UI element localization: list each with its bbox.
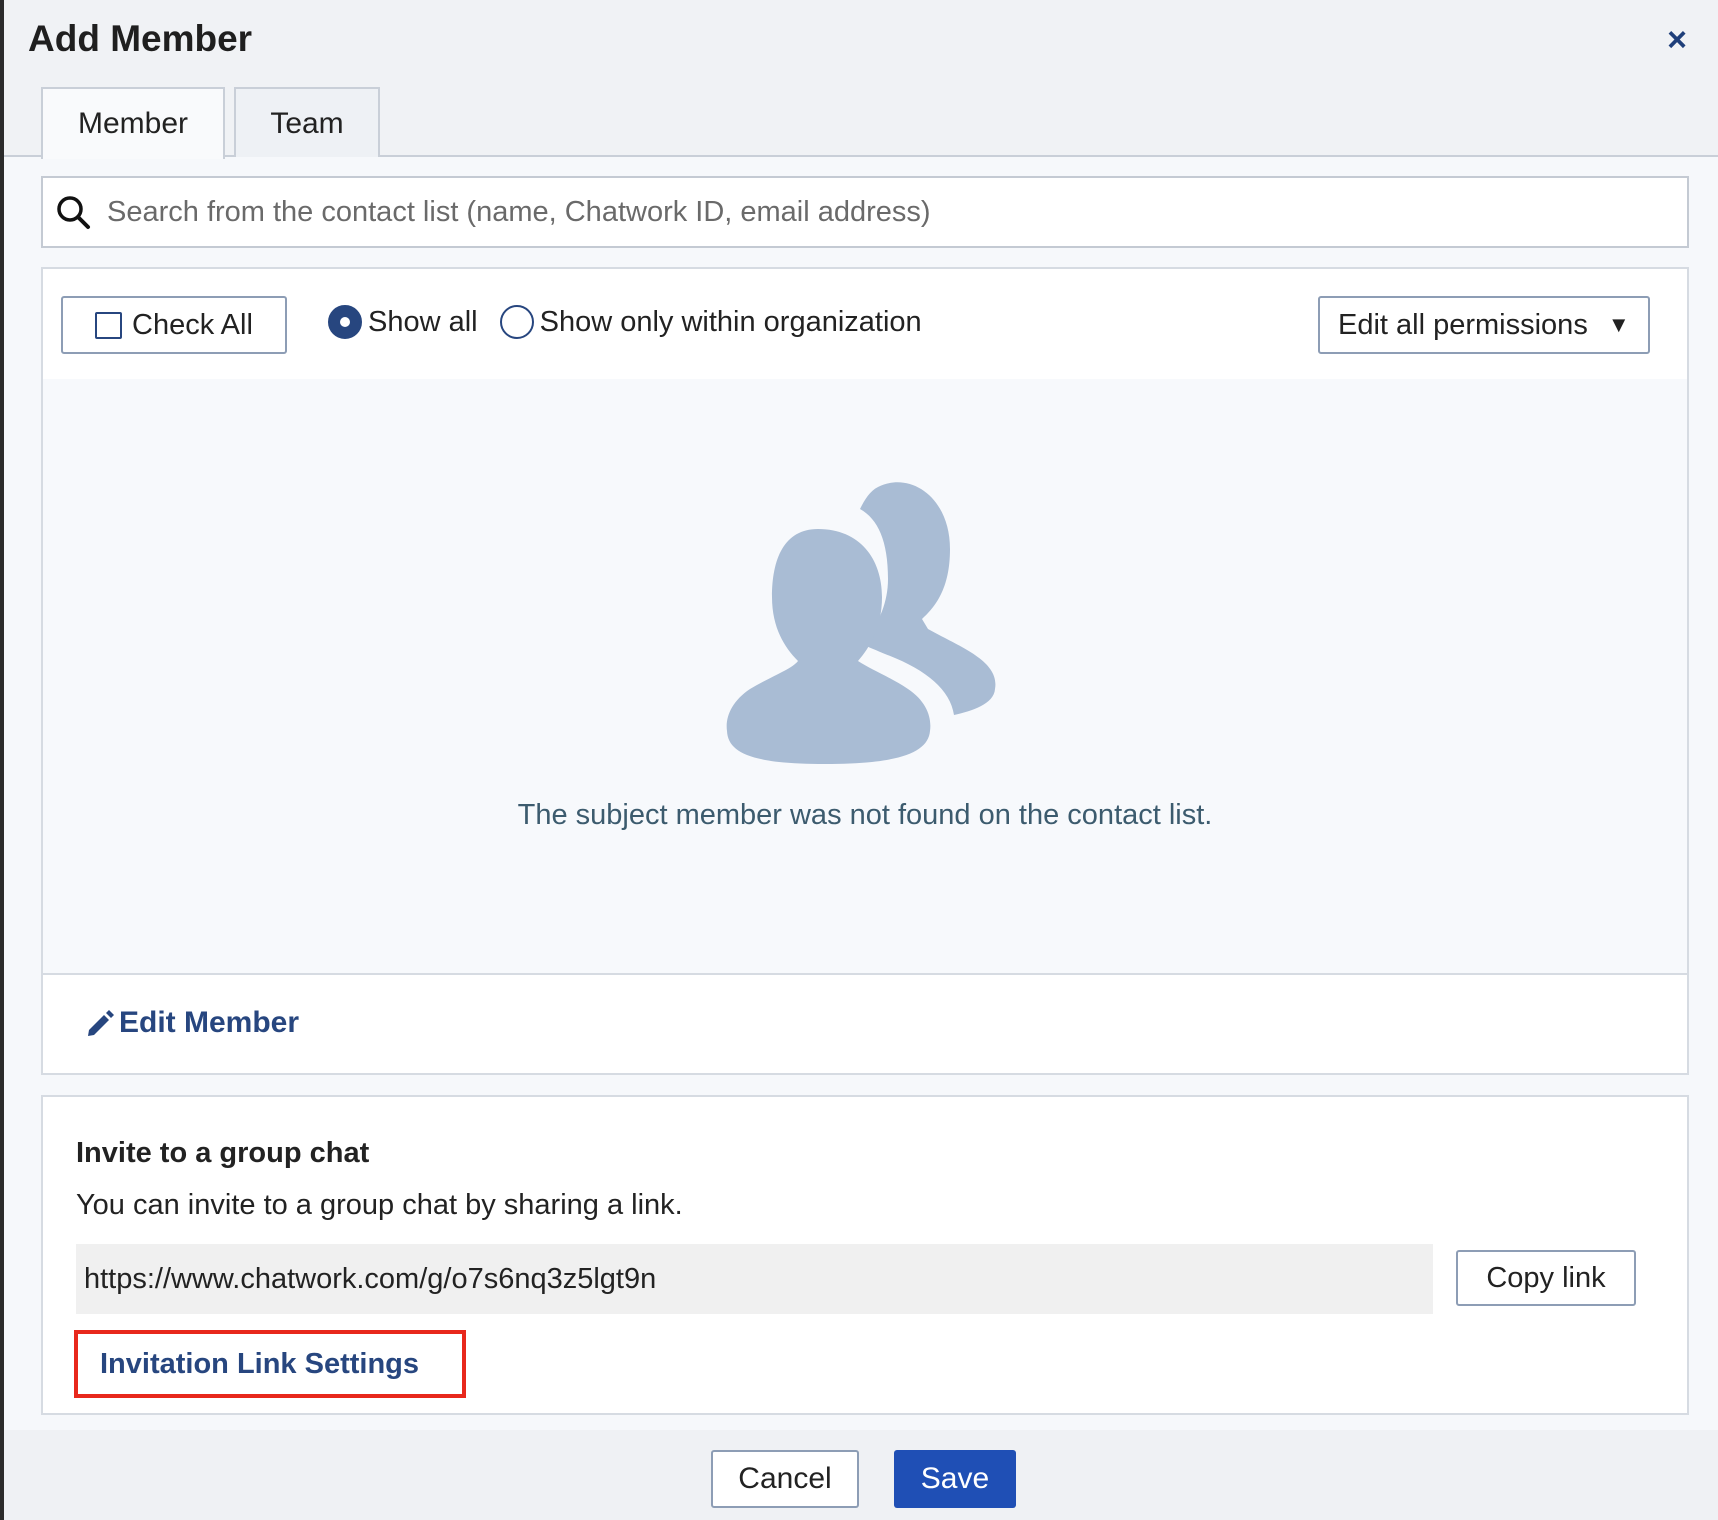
pencil-icon xyxy=(88,1010,114,1036)
radio-label: Show all xyxy=(368,305,478,338)
empty-state: The subject member was not found on the … xyxy=(43,379,1687,973)
radio-unselected-icon[interactable] xyxy=(499,305,534,339)
search-input[interactable] xyxy=(105,194,1687,230)
add-member-dialog: Add Member × Member Team Check All Show … xyxy=(4,0,1718,1520)
edit-member-link[interactable]: Edit Member xyxy=(85,1006,299,1040)
radio-label: Show only within organization xyxy=(539,305,922,338)
permissions-label: Edit all permissions xyxy=(1338,308,1588,341)
save-button[interactable]: Save xyxy=(894,1450,1016,1508)
cancel-button[interactable]: Cancel xyxy=(711,1450,859,1508)
radio-selected-icon[interactable] xyxy=(328,305,362,339)
caret-down-icon: ▼ xyxy=(1607,312,1630,337)
divider xyxy=(43,973,1687,975)
filter-radio-group: Show all Show only within organization xyxy=(328,305,944,339)
invite-description: You can invite to a group chat by sharin… xyxy=(76,1189,683,1221)
close-icon[interactable]: × xyxy=(1659,22,1695,58)
empty-message: The subject member was not found on the … xyxy=(517,799,1213,831)
list-toolbar: Check All Show all Show only within orga… xyxy=(43,269,1687,379)
invitation-link-settings[interactable]: Invitation Link Settings xyxy=(74,1330,466,1398)
edit-permissions-dropdown[interactable]: Edit all permissions ▼ xyxy=(1318,296,1650,354)
check-all-label: Check All xyxy=(132,308,253,341)
member-list-panel: Check All Show all Show only within orga… xyxy=(41,267,1689,1075)
invite-link-field[interactable]: https://www.chatwork.com/g/o7s6nq3z5lgt9… xyxy=(76,1244,1433,1314)
checkbox[interactable] xyxy=(95,311,122,339)
invite-panel: Invite to a group chat You can invite to… xyxy=(41,1095,1689,1415)
tab-team[interactable]: Team xyxy=(234,87,380,157)
dialog-title: Add Member xyxy=(28,18,253,59)
people-icon xyxy=(726,482,996,764)
edit-member-label: Edit Member xyxy=(119,1006,300,1039)
tab-member[interactable]: Member xyxy=(41,87,225,159)
copy-link-button[interactable]: Copy link xyxy=(1456,1250,1636,1306)
radio-show-all[interactable]: Show all xyxy=(328,305,478,339)
search-bar xyxy=(41,176,1689,248)
check-all-button[interactable]: Check All xyxy=(61,296,287,354)
settings-label: Invitation Link Settings xyxy=(100,1347,420,1380)
search-icon xyxy=(57,196,90,229)
invite-title: Invite to a group chat xyxy=(76,1137,370,1169)
radio-show-organization[interactable]: Show only within organization xyxy=(499,305,922,339)
dialog-footer: Cancel Save xyxy=(4,1430,1718,1520)
